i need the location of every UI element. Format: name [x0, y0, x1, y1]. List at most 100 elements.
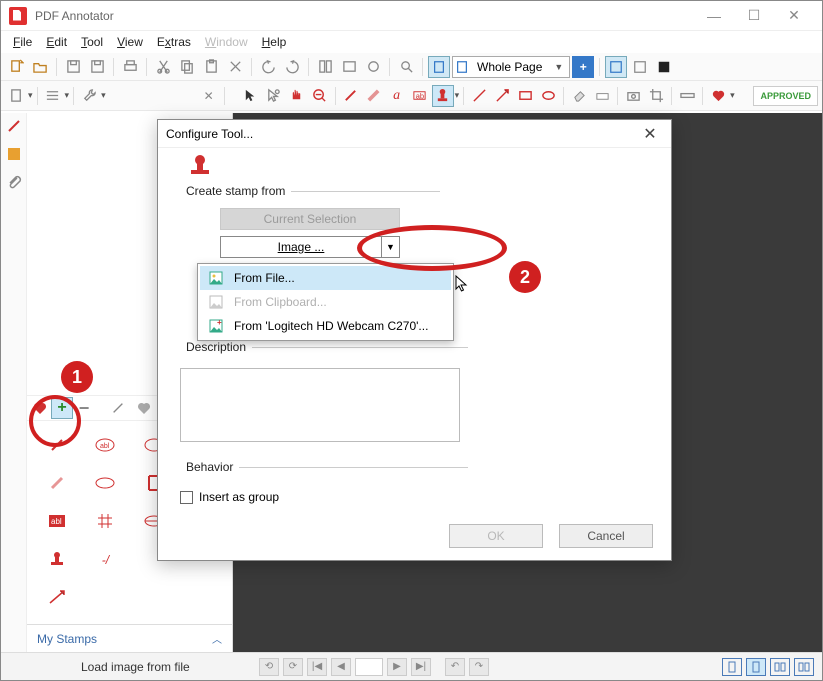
tool-c-button[interactable]	[362, 56, 384, 78]
search-button[interactable]	[395, 56, 417, 78]
fav-item[interactable]	[33, 541, 81, 579]
view-mode-1[interactable]	[605, 56, 627, 78]
view-cont[interactable]	[746, 658, 766, 676]
crop-tool[interactable]	[645, 85, 667, 107]
textbox-tool[interactable]: ab	[409, 85, 431, 107]
menu-view[interactable]: View	[111, 33, 149, 51]
lt-note-icon[interactable]	[5, 145, 23, 163]
eraser-tool[interactable]	[568, 85, 590, 107]
fav-edit-icon[interactable]	[107, 397, 129, 419]
rect-tool[interactable]	[514, 85, 536, 107]
nav-btn[interactable]: ⟳	[283, 658, 303, 676]
dropdown-from-file-label: From File...	[234, 271, 295, 285]
close-tab-icon[interactable]: ✕	[198, 85, 220, 107]
fav-item[interactable]	[81, 465, 129, 503]
tool-b-button[interactable]	[338, 56, 360, 78]
fav-heart2-icon[interactable]	[133, 397, 155, 419]
close-button[interactable]: ✕	[774, 2, 814, 30]
view-mode-2[interactable]	[629, 56, 651, 78]
lasso-tool[interactable]	[263, 85, 285, 107]
print-button[interactable]	[119, 56, 141, 78]
dropdown-from-webcam[interactable]: + From 'Logitech HD Webcam C270'...	[200, 314, 451, 338]
cancel-button[interactable]: Cancel	[559, 524, 653, 548]
maximize-button[interactable]: ☐	[734, 2, 774, 30]
marker-tool[interactable]	[363, 85, 385, 107]
menu-edit[interactable]: Edit	[40, 33, 73, 51]
fav-item[interactable]	[81, 503, 129, 541]
text-tool[interactable]: a	[386, 85, 408, 107]
copy-button[interactable]	[176, 56, 198, 78]
minimize-button[interactable]: —	[694, 2, 734, 30]
save-as-button[interactable]	[86, 56, 108, 78]
app-logo-icon	[9, 7, 27, 25]
dialog-stamp-icon	[180, 152, 220, 178]
dialog-close-button[interactable]: ✕	[637, 124, 663, 144]
nav-fwd[interactable]: ↷	[469, 658, 489, 676]
camera-tool[interactable]	[622, 85, 644, 107]
nav-back[interactable]: ↶	[445, 658, 465, 676]
statusbar: Load image from file ⟲ ⟳ |◀ ◀ ▶ ▶| ↶ ↷	[1, 652, 822, 680]
nav-last[interactable]: ▶|	[411, 658, 431, 676]
paste-button[interactable]	[200, 56, 222, 78]
menu-tool[interactable]: Tool	[75, 33, 109, 51]
undo-button[interactable]	[257, 56, 279, 78]
menu-file[interactable]: File	[7, 33, 38, 51]
list-icon[interactable]	[42, 85, 64, 107]
favorites-footer[interactable]: My Stamps ︿	[27, 624, 232, 652]
open-button[interactable]	[29, 56, 51, 78]
view-mode-3[interactable]	[653, 56, 675, 78]
zoom-out-tool[interactable]	[309, 85, 331, 107]
fav-item[interactable]	[33, 579, 81, 617]
lt-pen-icon[interactable]	[5, 117, 23, 135]
fav-item[interactable]	[33, 465, 81, 503]
page-nav-toggle[interactable]	[428, 56, 450, 78]
view-two-cont[interactable]	[794, 658, 814, 676]
page-nav: ⟲ ⟳ |◀ ◀ ▶ ▶| ↶ ↷	[259, 658, 489, 676]
fav-item[interactable]: -/	[81, 541, 129, 579]
ellipse-tool[interactable]	[537, 85, 559, 107]
nav-first[interactable]: |◀	[307, 658, 327, 676]
pen-tool[interactable]	[340, 85, 362, 107]
callout-circle-1	[29, 395, 81, 447]
tool-a-button[interactable]	[314, 56, 336, 78]
pointer-tool[interactable]	[240, 85, 262, 107]
view-single[interactable]	[722, 658, 742, 676]
behavior-group: Behavior Insert as group	[180, 460, 468, 504]
nav-next[interactable]: ▶	[387, 658, 407, 676]
lt-clip-icon[interactable]	[5, 173, 23, 191]
zoom-combo[interactable]: Whole Page ▼	[452, 56, 570, 78]
main-toolbar: Whole Page ▼ +	[1, 53, 822, 81]
delete-button[interactable]	[224, 56, 246, 78]
wrench-icon[interactable]	[78, 85, 100, 107]
doc-new-icon[interactable]	[5, 85, 27, 107]
line-tool[interactable]	[468, 85, 490, 107]
favorite-tool[interactable]	[707, 85, 729, 107]
hand-tool[interactable]	[286, 85, 308, 107]
stamp-preview: APPROVED	[753, 86, 818, 106]
menu-help[interactable]: Help	[256, 33, 293, 51]
stamp-tool[interactable]	[432, 85, 454, 107]
view-two[interactable]	[770, 658, 790, 676]
fav-item[interactable]: abl	[81, 427, 129, 465]
menu-extras[interactable]: Extras	[151, 33, 197, 51]
fav-item[interactable]: abl	[33, 503, 81, 541]
nav-prev[interactable]: ◀	[331, 658, 351, 676]
zoom-mode-label: Whole Page	[473, 60, 546, 74]
insert-group-checkbox[interactable]	[180, 491, 193, 504]
description-group: Description	[180, 340, 468, 442]
window-title: PDF Annotator	[35, 9, 694, 23]
cut-button[interactable]	[152, 56, 174, 78]
save-button[interactable]	[62, 56, 84, 78]
ruler-tool[interactable]	[676, 85, 698, 107]
redo-button[interactable]	[281, 56, 303, 78]
nav-page[interactable]	[355, 658, 383, 676]
zoom-add-button[interactable]: +	[572, 56, 594, 78]
new-button[interactable]	[5, 56, 27, 78]
arrow-tool[interactable]	[491, 85, 513, 107]
description-textarea[interactable]	[180, 368, 460, 442]
dropdown-from-webcam-label: From 'Logitech HD Webcam C270'...	[234, 319, 428, 333]
nav-btn[interactable]: ⟲	[259, 658, 279, 676]
current-selection-button: Current Selection	[220, 208, 400, 230]
svg-text:abl: abl	[100, 443, 110, 450]
whiteout-tool[interactable]	[591, 85, 613, 107]
